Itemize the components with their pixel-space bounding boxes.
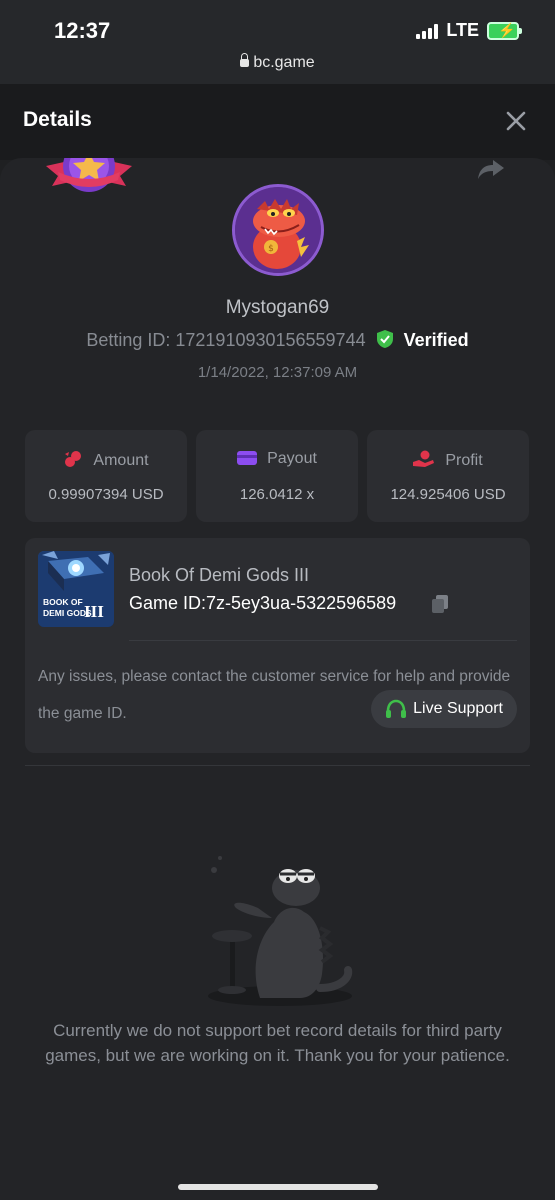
stat-label-amount: Amount — [93, 452, 149, 469]
avatar: $ — [232, 184, 324, 276]
divider — [129, 640, 517, 641]
status-indicators: LTE ⚡ — [416, 20, 522, 41]
stat-payout: Payout 126.0412 x — [196, 430, 358, 522]
details-panel: $ Mystogan69 Betting ID: 172191093015655… — [0, 158, 555, 1200]
url-text: bc.game — [253, 54, 315, 71]
stat-label-payout: Payout — [267, 450, 317, 467]
page-title: Details — [23, 108, 92, 131]
hand-coin-icon — [413, 450, 435, 467]
thumb-numeral: III — [84, 602, 104, 621]
section-divider — [25, 765, 530, 766]
live-support-label: Live Support — [413, 700, 503, 717]
game-name: Book Of Demi Gods III — [129, 565, 310, 585]
signal-icon — [416, 23, 439, 39]
headset-icon — [386, 699, 407, 718]
crocodile-illustration — [208, 856, 353, 1006]
lock-icon — [240, 53, 250, 67]
stat-label-profit: Profit — [445, 452, 483, 469]
stat-profit: Profit 124.925406 USD — [367, 430, 529, 522]
wallet-icon — [237, 451, 258, 465]
status-time: 12:37 — [54, 18, 111, 43]
game-thumbnail[interactable]: BOOK OF DEMI GODS III — [38, 551, 114, 627]
empty-state-message: Currently we do not support bet record d… — [45, 1021, 510, 1065]
details-header: Details — [0, 84, 555, 160]
book-cover-image: BOOK OF DEMI GODS III — [38, 551, 114, 627]
game-id: Game ID:7z-5ey3ua-5322596589 — [129, 593, 397, 613]
close-icon[interactable] — [505, 110, 527, 132]
stat-value-amount: 0.99907394 USD — [48, 486, 164, 503]
stat-value-profit: 124.925406 USD — [390, 486, 506, 503]
coins-icon — [65, 451, 82, 467]
status-bar: 12:37 LTE ⚡ bc.game — [0, 0, 555, 84]
address-bar[interactable]: bc.game — [0, 53, 555, 72]
home-indicator[interactable] — [178, 1184, 378, 1190]
svg-text:$: $ — [268, 244, 274, 254]
stat-value-payout: 126.0412 x — [239, 486, 315, 503]
betting-id: Betting ID: 1721910930156559744 — [86, 330, 366, 350]
verified-shield-icon — [376, 330, 393, 348]
vip-medal-icon — [46, 158, 132, 192]
live-support-button[interactable]: Live Support — [371, 690, 517, 728]
share-icon[interactable] — [477, 158, 505, 180]
username: Mystogan69 — [225, 297, 330, 318]
betting-id-row: Betting ID: 1721910930156559744 Verified — [0, 330, 555, 351]
copy-icon[interactable] — [430, 594, 450, 614]
battery-icon: ⚡ — [487, 21, 522, 40]
thumb-title-line1: BOOK OF — [43, 597, 83, 607]
stat-amount: Amount 0.99907394 USD — [25, 430, 187, 522]
bet-date: 1/14/2022, 12:37:09 AM — [197, 364, 358, 381]
verified-badge: Verified — [403, 330, 469, 350]
game-card: BOOK OF DEMI GODS III Book Of Demi Gods … — [25, 538, 530, 753]
network-label: LTE — [446, 20, 479, 40]
